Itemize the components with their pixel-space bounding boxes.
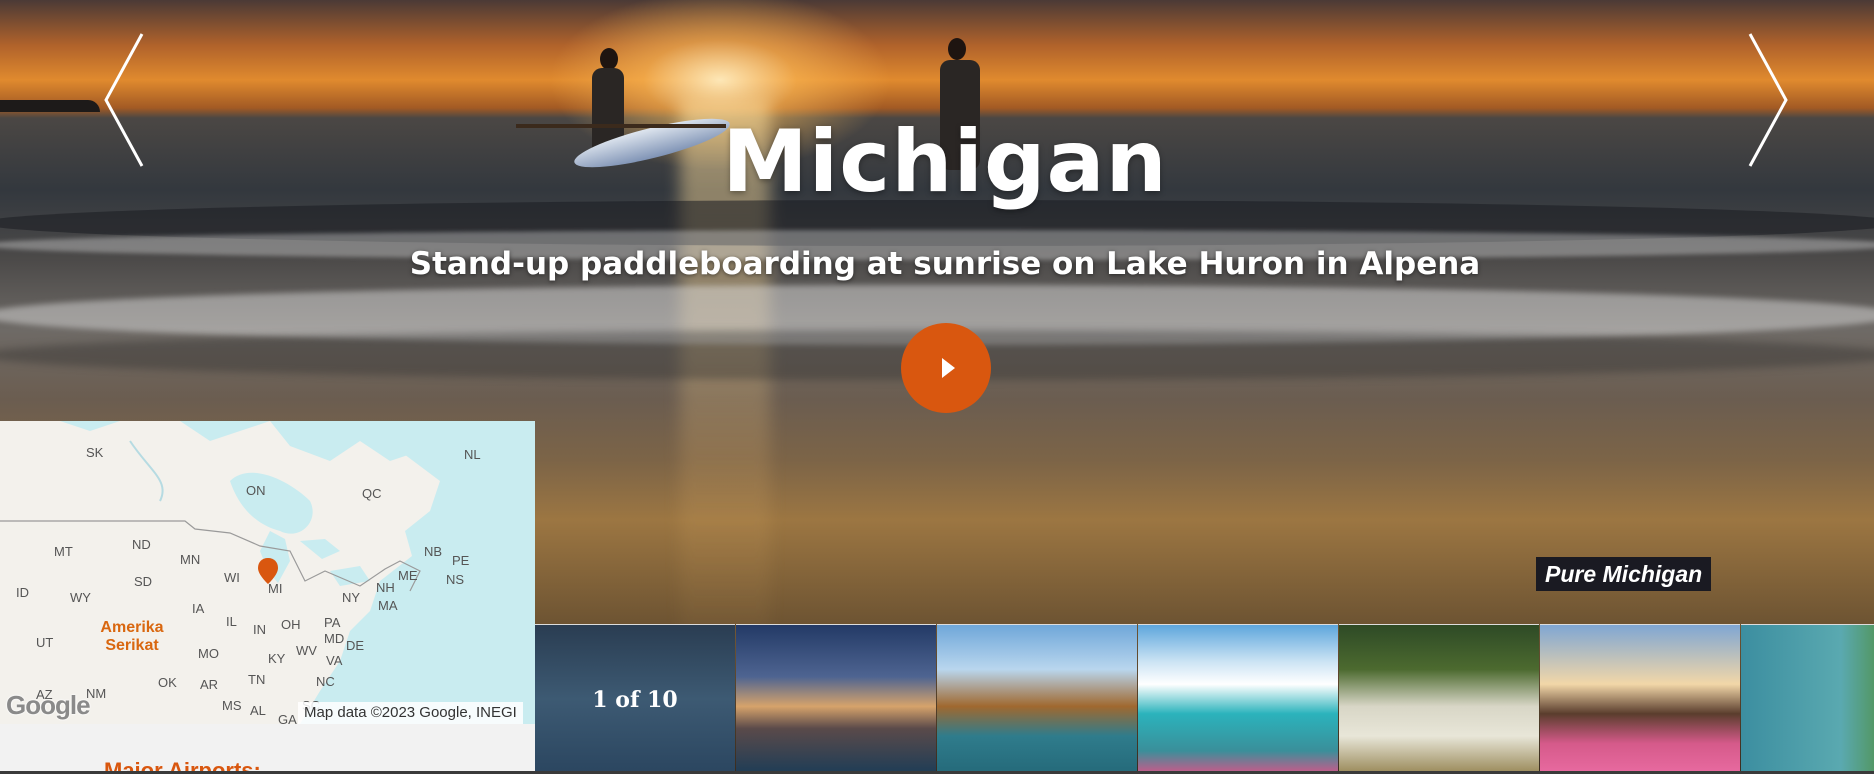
map-label: IN bbox=[253, 622, 266, 637]
map-label: MN bbox=[180, 552, 201, 567]
photo-credit: Pure Michigan bbox=[1536, 557, 1712, 591]
map-label: IL bbox=[226, 614, 237, 629]
google-logo[interactable]: Google bbox=[6, 690, 91, 721]
map-label: NY bbox=[342, 590, 361, 605]
slide-counter: 1 of 10 bbox=[592, 687, 678, 713]
map-label: ME bbox=[398, 568, 418, 583]
map-label: WI bbox=[224, 570, 240, 585]
thumbnail-tahquamenon-falls[interactable] bbox=[1339, 624, 1539, 773]
map-label: WY bbox=[70, 590, 91, 605]
map-label: NL bbox=[464, 447, 481, 462]
map-label: OH bbox=[281, 617, 301, 632]
map-label: MT bbox=[54, 544, 73, 559]
map-label: GA bbox=[278, 712, 297, 724]
map-label: ND bbox=[132, 537, 151, 552]
map-label: MD bbox=[324, 631, 345, 646]
map-label: AR bbox=[200, 677, 219, 692]
map-label: WV bbox=[296, 643, 317, 658]
map-label: PE bbox=[452, 553, 470, 568]
map-label: PA bbox=[324, 615, 341, 630]
headland-silhouette bbox=[0, 100, 100, 112]
map-label: ID bbox=[16, 585, 29, 600]
map-label: NS bbox=[446, 572, 465, 587]
map-label: MS bbox=[222, 698, 242, 713]
map-label: SD bbox=[134, 574, 153, 589]
map-label: TN bbox=[248, 672, 266, 687]
map-label: MO bbox=[198, 646, 219, 661]
map-label: DE bbox=[346, 638, 365, 653]
country-label: Amerika Serikat bbox=[100, 619, 164, 654]
gallery-thumbnails: 1 of 10 bbox=[535, 624, 1874, 774]
thumbnail-lake-shoreline[interactable] bbox=[1741, 624, 1874, 773]
map-label: OK bbox=[158, 675, 177, 690]
page-title: Michigan bbox=[722, 112, 1168, 212]
map-label: SK bbox=[86, 445, 104, 460]
play-video-button[interactable] bbox=[901, 323, 991, 413]
map-label: ON bbox=[246, 483, 266, 498]
map-label: IA bbox=[192, 601, 205, 616]
map-label: NH bbox=[376, 580, 395, 595]
map-label: UT bbox=[36, 635, 54, 650]
map-label: AL bbox=[250, 703, 266, 718]
map-label: NB bbox=[424, 544, 443, 559]
play-icon bbox=[941, 358, 955, 378]
airports-section: Major Airports: bbox=[0, 724, 535, 774]
thumbnail-detroit-skyline[interactable] bbox=[736, 624, 936, 773]
thumbnail-mackinac-ferry[interactable] bbox=[1138, 624, 1338, 773]
map-attribution[interactable]: Map data ©2023 Google, INEGI bbox=[298, 702, 523, 724]
map-label: NC bbox=[316, 674, 335, 689]
thumbnail-holland-windmill[interactable] bbox=[1540, 624, 1740, 773]
thumbnail-current[interactable]: 1 of 10 bbox=[535, 624, 735, 773]
thumbnail-turnip-rock[interactable] bbox=[937, 624, 1137, 773]
map-label: QC bbox=[362, 486, 382, 501]
map-label: VA bbox=[326, 653, 343, 668]
map-pin-icon[interactable] bbox=[258, 558, 278, 584]
map-label: KY bbox=[268, 651, 286, 666]
map-label: MA bbox=[378, 598, 398, 613]
photo-caption: Stand-up paddleboarding at sunrise on La… bbox=[409, 246, 1481, 282]
